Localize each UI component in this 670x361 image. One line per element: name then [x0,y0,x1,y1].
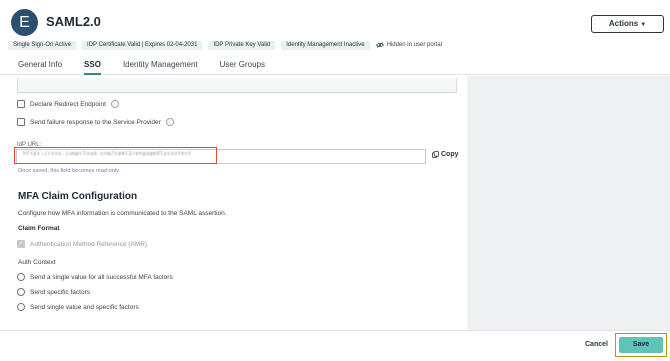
status-badge: IDP Private Key Valid [208,40,276,50]
amr-checkbox: ✓ [17,240,25,248]
send-failure-label: Send failure response to the Service Pro… [30,118,161,126]
footer-bar [0,330,670,361]
tab-sso[interactable]: SSO [84,60,101,75]
auth-context-radio[interactable] [17,303,25,311]
send-failure-checkbox[interactable] [17,118,25,126]
declare-redirect-checkbox[interactable] [17,100,25,108]
copy-label: Copy [441,151,459,158]
send-failure-row[interactable]: Send failure response to the Service Pro… [17,118,174,126]
idp-url-value: https://sso.jumpcloud.com/saml2/engagedl… [23,151,192,157]
mfa-section-title: MFA Claim Configuration [18,191,138,202]
tab-identity-management[interactable]: Identity Management [123,60,198,75]
app-header: E SAML2.0 Actions ▼ Single Sign-On Active… [0,0,670,75]
status-badge: Single Sign-On Active [8,40,77,50]
auth-context-option-label: Send single value and specific factors [30,303,139,311]
amr-row: ✓ Authentication Method Reference (AMR) [17,240,147,248]
info-icon[interactable]: i [110,100,119,108]
auth-context-label: Auth Context [18,259,56,266]
auth-context-radio[interactable] [17,273,25,281]
info-icon[interactable]: i [165,118,174,126]
previous-field-box[interactable] [17,78,457,93]
app-title: SAML2.0 [46,14,101,29]
auth-context-option[interactable]: Send a single value for all successful M… [17,273,173,281]
tab-user-groups[interactable]: User Groups [220,60,265,75]
eye-slash-icon [375,42,384,48]
auth-context-option-label: Send specific factors [30,288,90,296]
declare-redirect-row[interactable]: Declare Redirect Endpoint i [17,100,119,108]
app-avatar: E [11,9,38,36]
tab-bar: General Info SSO Identity Management Use… [18,60,287,75]
status-badge: Identity Management Inactive [281,40,370,50]
cancel-button[interactable]: Cancel [585,341,608,348]
actions-label: Actions [608,19,639,28]
status-badges: Single Sign-On Active IDP Certificate Va… [8,40,442,50]
auth-context-option[interactable]: Send single value and specific factors [17,303,139,311]
copy-button[interactable]: Copy [432,151,459,158]
amr-label: Authentication Method Reference (AMR) [30,240,148,248]
auth-context-option-label: Send a single value for all successful M… [30,273,173,281]
declare-redirect-label: Declare Redirect Endpoint [30,100,106,108]
tab-general-info[interactable]: General Info [18,60,62,75]
sso-content: Declare Redirect Endpoint i Send failure… [0,76,467,330]
status-badge: IDP Certificate Valid | Expires 02-04-20… [82,40,203,50]
actions-button[interactable]: Actions ▼ [591,15,664,33]
auth-context-radio[interactable] [17,288,25,296]
save-button[interactable]: Save [619,337,663,353]
hidden-note-text: Hidden in user portal [386,42,442,48]
chevron-down-icon: ▼ [640,22,647,28]
claim-format-label: Claim Format [18,225,60,232]
copy-icon [432,151,439,158]
auth-context-option[interactable]: Send specific factors [17,288,90,296]
hidden-in-portal-note: Hidden in user portal [375,42,442,48]
idp-url-hint: Once saved, this field becomes read-only… [18,168,121,174]
right-panel [467,76,670,330]
mfa-description: Configure how MFA information is communi… [18,210,227,217]
